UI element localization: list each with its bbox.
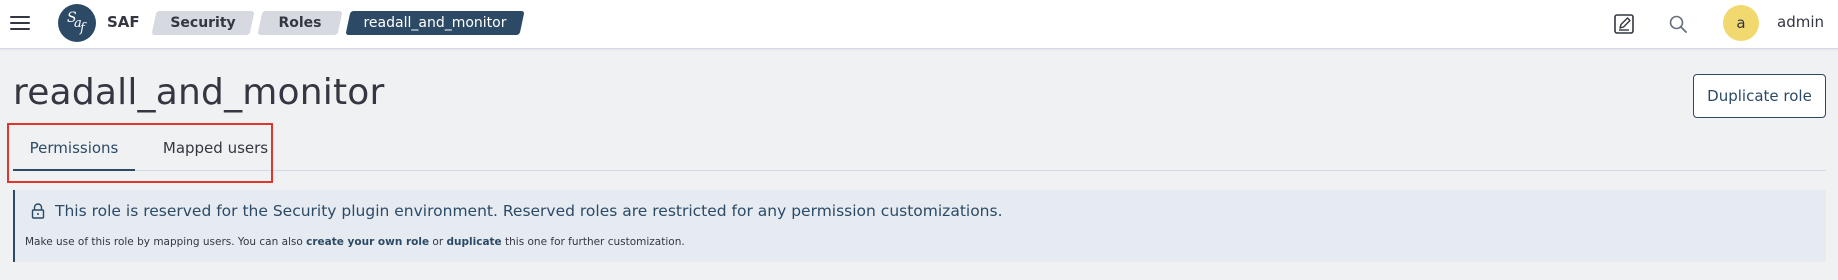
callout-body-text: Make use of this role by mapping users. … — [25, 236, 307, 248]
duplicate-link[interactable]: duplicate — [447, 236, 502, 248]
lock-icon — [29, 202, 47, 220]
callout-title: This role is reserved for the Security p… — [55, 202, 1003, 220]
page-title: readall_and_monitor — [13, 72, 385, 113]
breadcrumb-security[interactable]: Security — [151, 11, 255, 35]
hamburger-menu-icon[interactable] — [10, 11, 34, 35]
search-icon[interactable] — [1664, 10, 1692, 38]
callout-body: Make use of this role by mapping users. … — [25, 236, 685, 248]
breadcrumb-label: Roles — [278, 15, 322, 31]
tab-mapped-users[interactable]: Mapped users — [153, 128, 278, 171]
edit-icon[interactable] — [1610, 10, 1638, 38]
create-role-link[interactable]: create your own role — [306, 236, 429, 248]
callout-body-text: or — [429, 236, 447, 248]
breadcrumb-label: readall_and_monitor — [363, 15, 507, 31]
breadcrumb-current-role: readall_and_monitor — [345, 11, 525, 35]
duplicate-role-button[interactable]: Duplicate role — [1693, 74, 1826, 118]
top-header: S a f SAF Security Roles readall_and_mon… — [0, 0, 1838, 49]
breadcrumb-label: Security — [170, 15, 236, 31]
user-name[interactable]: admin — [1777, 13, 1824, 31]
callout-body-text: this one for further customization. — [501, 236, 685, 248]
tab-permissions[interactable]: Permissions — [13, 128, 135, 171]
app-name[interactable]: SAF — [107, 13, 140, 31]
saf-logo[interactable]: S a f — [58, 4, 96, 42]
reserved-role-callout: This role is reserved for the Security p… — [13, 190, 1826, 262]
breadcrumb-roles[interactable]: Roles — [257, 11, 343, 35]
user-avatar[interactable]: a — [1723, 5, 1759, 41]
role-tabs: Permissions Mapped users — [13, 128, 1826, 171]
